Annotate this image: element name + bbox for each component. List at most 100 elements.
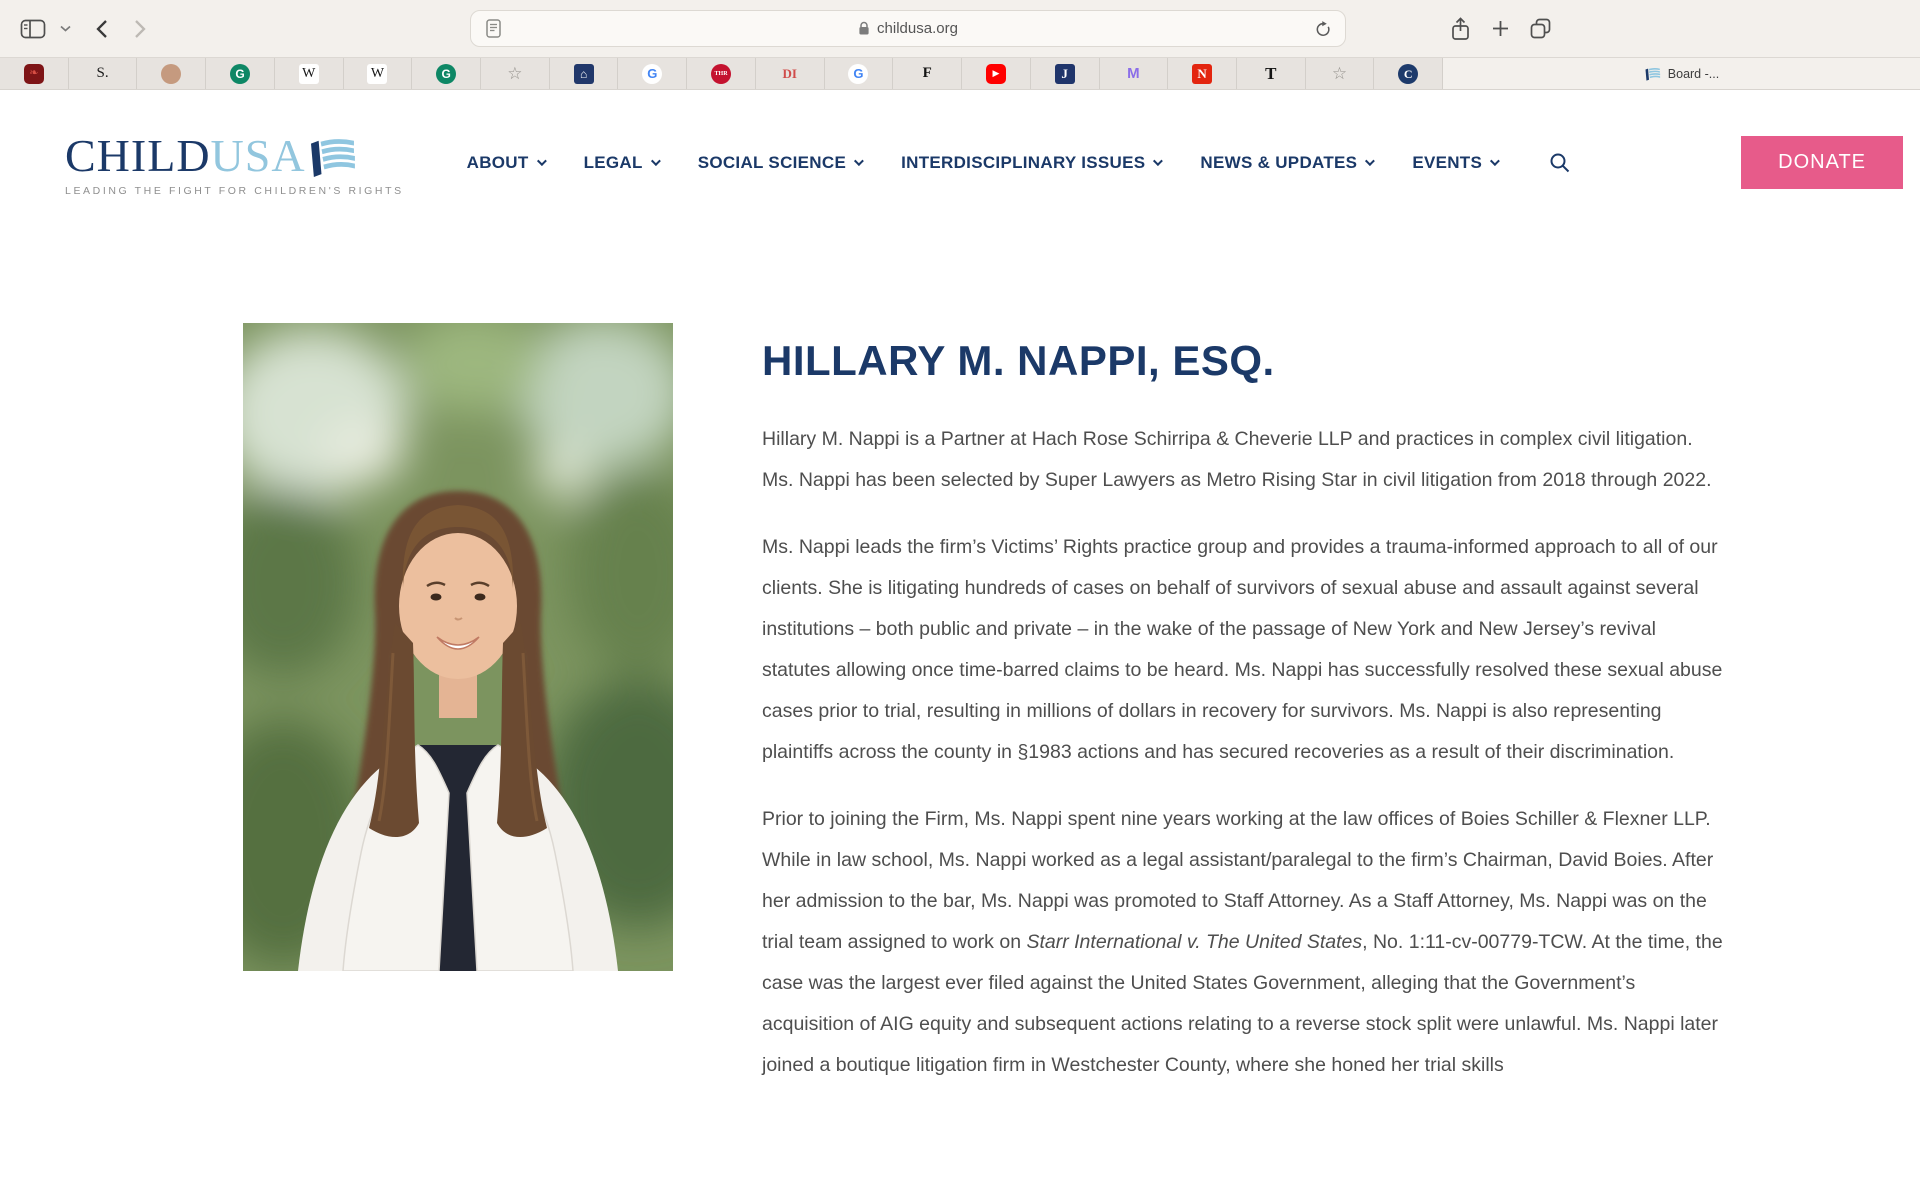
profile-photo [243,323,673,971]
share-icon [1450,17,1471,41]
pinned-tab[interactable]: G [206,58,275,89]
pinned-tab[interactable]: ❧ [0,58,69,89]
nav-item-about[interactable]: ABOUT [467,153,544,173]
grammarly-icon: G [436,64,456,84]
childusa-flag-favicon [1644,67,1661,81]
n-red-icon: N [1192,64,1212,84]
pinned-tab[interactable]: DI [756,58,825,89]
reader-view-button[interactable] [481,19,505,38]
youtube-icon: ▶ [986,64,1006,84]
google-icon: G [642,64,662,84]
pinned-tab[interactable]: G [825,58,894,89]
chevron-down-icon [1490,156,1500,166]
childusa-flag-icon [308,136,356,178]
purple-m-icon: M [1123,64,1143,84]
pinned-tab[interactable]: G [618,58,687,89]
reader-icon [486,19,501,38]
nav-label: SOCIAL SCIENCE [698,153,846,173]
c-navy-circle-icon: C [1398,64,1418,84]
page-title: HILLARY M. NAPPI, ESQ. [762,337,1727,385]
site-logo[interactable]: CHILDUSA LEADING THE FIGHT FOR CHILDREN'… [65,129,404,197]
pinned-tab[interactable]: S. [69,58,138,89]
bio-paragraph-3: Prior to joining the Firm, Ms. Nappi spe… [762,799,1727,1086]
stratechery-s-icon: S. [93,64,113,84]
di-icon: DI [780,64,800,84]
pinned-tab[interactable]: F [893,58,962,89]
nyt-t-icon: T [1261,64,1281,84]
nav-label: LEGAL [584,153,643,173]
crimson-crest-icon: ❧ [24,64,44,84]
share-button[interactable] [1443,0,1477,57]
search-icon [1549,152,1571,174]
logo-tagline: LEADING THE FIGHT FOR CHILDREN'S RIGHTS [65,185,404,197]
site-header: CHILDUSA LEADING THE FIGHT FOR CHILDREN'… [0,90,1920,235]
nav-item-interdisciplinary-issues[interactable]: INTERDISCIPLINARY ISSUES [901,153,1160,173]
sidebar-toggle-button[interactable] [16,0,50,57]
sidebar-menu-chevron[interactable] [56,0,74,57]
bio-paragraph-1: Hillary M. Nappi is a Partner at Hach Ro… [762,419,1727,501]
main-nav: ABOUT LEGAL SOCIAL SCIENCE INTERDISCIPLI… [467,152,1572,174]
wikipedia-icon: W [299,64,319,84]
forward-button[interactable] [126,0,154,57]
pinned-tab[interactable]: J [1031,58,1100,89]
chevron-down-icon [1365,156,1375,166]
google-icon: G [848,64,868,84]
pinned-tab[interactable]: ⌂ [550,58,619,89]
active-tab-title: Board -... [1668,67,1719,81]
pinned-tab[interactable]: ▶ [962,58,1031,89]
wikipedia-icon: W [367,64,387,84]
donate-button[interactable]: DONATE [1741,136,1903,189]
active-tab[interactable]: Board -... [1443,58,1920,89]
pinned-tab[interactable]: ☆ [1306,58,1375,89]
pinned-tab[interactable] [137,58,206,89]
nav-item-legal[interactable]: LEGAL [584,153,658,173]
back-button[interactable] [88,0,116,57]
grammarly-icon: G [230,64,250,84]
nav-label: ABOUT [467,153,529,173]
chevron-left-icon [95,19,109,39]
whitehouse-icon: ⌂ [574,64,594,84]
star-bookmark-icon: ☆ [505,64,525,84]
pinned-tab[interactable]: W [344,58,413,89]
star-bookmark-icon: ☆ [1330,64,1350,84]
pinned-tab[interactable]: ☆ [481,58,550,89]
pinned-tab[interactable]: M [1100,58,1169,89]
nav-item-news-updates[interactable]: NEWS & UPDATES [1200,153,1372,173]
nav-label: EVENTS [1412,153,1482,173]
nav-item-events[interactable]: EVENTS [1412,153,1497,173]
pinned-tab[interactable]: G [412,58,481,89]
chevron-down-icon [651,156,661,166]
plus-icon [1492,20,1509,37]
tab-overview-button[interactable] [1522,0,1558,57]
reload-button[interactable] [1311,20,1335,38]
reload-icon [1314,20,1332,38]
pinned-tab[interactable]: W [275,58,344,89]
pinned-tab[interactable]: T [1237,58,1306,89]
tab-bar: ❧ S. G W W G ☆ ⌂ G THR DI G F ▶ J M N T ☆ C Board -... [0,57,1920,90]
pinned-tab[interactable]: THR [687,58,756,89]
tabs-icon [1529,17,1552,40]
avatar-icon [161,64,181,84]
f-serif-icon: F [917,64,937,84]
main-content: HILLARY M. NAPPI, ESQ. Hillary M. Nappi … [0,235,1920,1112]
pinned-tab[interactable]: N [1168,58,1237,89]
address-bar[interactable]: childusa.org [470,10,1346,47]
sidebar-icon [20,18,46,40]
search-button[interactable] [1549,152,1571,174]
logo-text-child: CHILD [65,129,211,182]
chevron-down-icon [537,156,547,166]
pinned-tabs: ❧ S. G W W G ☆ ⌂ G THR DI G F ▶ J M N T ☆ C [0,58,1443,89]
nav-label: NEWS & UPDATES [1200,153,1357,173]
chevron-down-icon [854,156,864,166]
nav-item-social-science[interactable]: SOCIAL SCIENCE [698,153,861,173]
new-tab-button[interactable] [1483,0,1517,57]
bio-paragraph-2: Ms. Nappi leads the firm’s Victims’ Righ… [762,527,1727,773]
chevron-down-icon [1153,156,1163,166]
pinned-tab[interactable]: C [1374,58,1443,89]
chevron-down-icon [60,25,71,32]
browser-toolbar: childusa.org [0,0,1920,57]
url-text: childusa.org [877,20,958,37]
nav-label: INTERDISCIPLINARY ISSUES [901,153,1145,173]
logo-text-usa: USA [211,129,306,182]
chevron-right-icon [133,19,147,39]
